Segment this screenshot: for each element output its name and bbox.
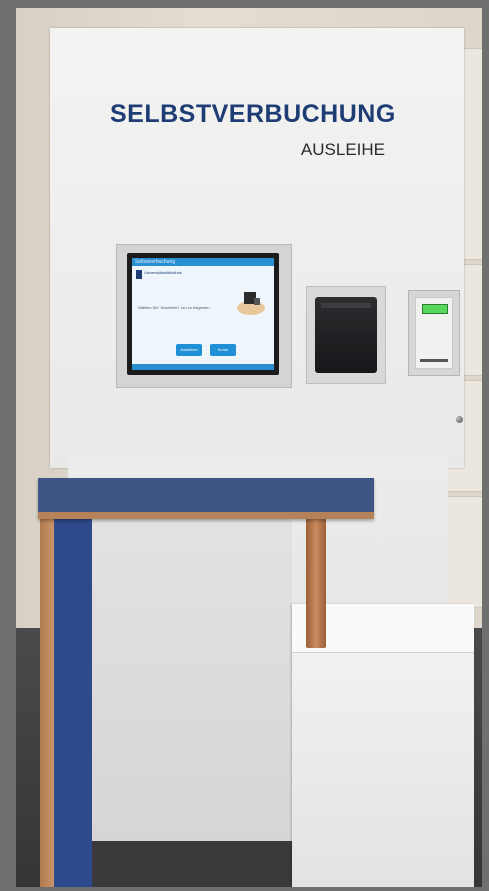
borrow-button[interactable]: Ausleihen <box>176 344 202 356</box>
library-logo-icon <box>136 270 142 279</box>
kiosk-subtitle: AUSLEIHE <box>300 140 385 159</box>
desk-side-edge <box>40 516 54 887</box>
card-reader-display <box>422 304 448 314</box>
card-reader-label <box>420 359 448 362</box>
photo-scene: SELBSTVERBUCHUNG AUSLEIHE Selbstverbuchu… <box>16 8 482 887</box>
kiosk-panel: SELBSTVERBUCHUNG AUSLEIHE Selbstverbuchu… <box>50 28 464 468</box>
desk-leg <box>306 518 326 648</box>
touchscreen-monitor: Selbstverbuchung Universitätsbibliothek … <box>116 244 292 388</box>
card-reader-body[interactable] <box>415 297 453 369</box>
desk-recess <box>92 516 292 841</box>
card-reader <box>408 290 460 376</box>
wall-panel <box>446 496 482 608</box>
screen-topbar: Selbstverbuchung <box>132 258 274 266</box>
printer-slot[interactable] <box>315 297 377 373</box>
screen-prompt: Wählen Sie "Ausleihen" um zu beginnen <box>138 305 210 310</box>
lock-icon[interactable] <box>456 416 463 423</box>
touchscreen[interactable]: Selbstverbuchung Universitätsbibliothek … <box>132 258 274 370</box>
screen-bottombar <box>132 364 274 370</box>
printer-lip <box>321 303 371 308</box>
kiosk-title: SELBSTVERBUCHUNG <box>110 100 396 128</box>
screen-logo-text: Universitätsbibliothek <box>144 270 182 275</box>
account-button[interactable]: Konto <box>210 344 236 356</box>
receipt-printer <box>306 286 386 384</box>
monitor-bezel: Selbstverbuchung Universitätsbibliothek … <box>127 253 279 375</box>
desk-top[interactable] <box>38 478 374 519</box>
kiosk-illustration-icon <box>237 292 265 315</box>
carpet-floor <box>92 841 292 887</box>
